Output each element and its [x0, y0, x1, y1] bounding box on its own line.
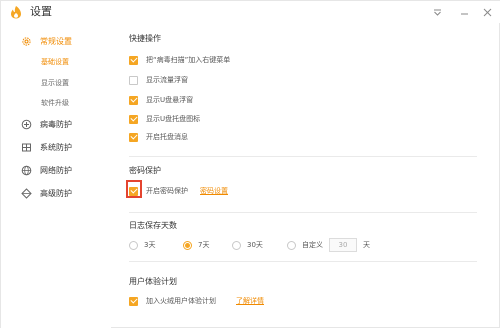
checkbox-usb-tray[interactable] [129, 114, 138, 124]
checkbox-row-usb-tray[interactable]: 显示U盘托盘图标 [129, 113, 200, 125]
section-title-log-days: 日志保存天数 [129, 221, 177, 230]
sidebar: 常规设置 基础设置 显示设置 软件升级 病毒防护 系统防护 网络防护 高级防护 [1, 23, 111, 328]
diamond-icon [21, 187, 32, 199]
checkbox-label: 加入火绒用户体验计划 [146, 297, 216, 305]
window-title: 设置 [30, 5, 52, 18]
sidebar-item-label: 高级防护 [40, 188, 72, 198]
checkbox-label: 开启托盘消息 [146, 133, 188, 141]
radio-dot[interactable] [287, 240, 296, 250]
settings-content: 快捷操作 把“病毒扫描”加入右键菜单 显示流量浮窗 显示U盘悬浮窗 显示U盘托盘… [111, 23, 500, 328]
radio-dot[interactable] [232, 240, 241, 250]
checkbox-user-experience[interactable] [129, 296, 138, 306]
checkbox-label: 显示U盘托盘图标 [146, 115, 201, 123]
learn-more-link[interactable]: 了解详情 [236, 296, 264, 306]
log-days-radio-group: 3天 7天 30天 自定义 30 天 [129, 238, 489, 252]
section-title-shortcuts: 快捷操作 [129, 34, 161, 43]
cross-box-icon [21, 142, 32, 153]
settings-window: 设置 常规设置 基础设置 显示设置 软件升级 病毒防护 系统防护 网络防护 高级… [0, 0, 500, 328]
globe-icon [21, 165, 32, 176]
password-settings-link[interactable]: 密码设置 [200, 186, 228, 196]
checkbox-row-context-menu[interactable]: 把“病毒扫描”加入右键菜单 [129, 54, 230, 66]
checkbox-tray-messages[interactable] [129, 132, 138, 142]
title-bar: 设置 [1, 1, 500, 23]
section-title-password: 密码保护 [129, 166, 161, 175]
checkbox-row-user-experience[interactable]: 加入火绒用户体验计划 了解详情 [129, 295, 264, 307]
checkbox-label: 把“病毒扫描”加入右键菜单 [146, 56, 231, 64]
days-unit-label: 天 [363, 241, 370, 249]
sidebar-item-system-protection[interactable]: 系统防护 [21, 139, 72, 155]
radio-custom-days[interactable]: 自定义 30 天 [287, 238, 370, 252]
sidebar-item-label: 系统防护 [40, 142, 72, 152]
plus-circle-icon [21, 119, 32, 130]
checkbox-usb-float[interactable] [129, 95, 138, 105]
radio-label: 7天 [198, 241, 210, 249]
custom-days-input[interactable]: 30 [329, 238, 357, 252]
checkbox-label: 显示流量浮窗 [146, 76, 188, 84]
checkbox-row-tray-messages[interactable]: 开启托盘消息 [129, 131, 188, 143]
radio-3-days[interactable]: 3天 [129, 238, 155, 252]
sidebar-subitem-upgrade[interactable]: 软件升级 [41, 96, 69, 110]
radio-dot[interactable] [183, 240, 192, 250]
section-divider [129, 156, 477, 157]
gear-icon [21, 36, 32, 47]
app-logo-icon [11, 6, 21, 19]
close-button[interactable] [475, 1, 499, 23]
minimize-button[interactable] [452, 1, 476, 23]
checkbox-row-password[interactable]: 开启密码保护 密码设置 [129, 185, 228, 197]
radio-label: 自定义 [302, 241, 323, 249]
sidebar-item-advanced-protection[interactable]: 高级防护 [21, 185, 72, 201]
checkbox-row-traffic-float[interactable]: 显示流量浮窗 [129, 74, 188, 86]
radio-7-days[interactable]: 7天 [183, 238, 209, 252]
checkbox-context-menu[interactable] [129, 55, 138, 65]
sidebar-item-general-settings[interactable]: 常规设置 [21, 33, 72, 49]
annotation-highlight-box [126, 180, 142, 198]
checkbox-row-usb-float[interactable]: 显示U盘悬浮窗 [129, 94, 193, 106]
sidebar-item-virus-protection[interactable]: 病毒防护 [21, 116, 72, 132]
checkbox-traffic-float[interactable] [129, 75, 138, 85]
sidebar-item-label: 常规设置 [40, 36, 72, 46]
section-divider [129, 261, 477, 262]
sidebar-subitem-basic[interactable]: 基础设置 [41, 55, 69, 69]
menu-dropdown-icon[interactable] [425, 1, 449, 23]
section-title-user-experience: 用户体验计划 [129, 277, 177, 286]
checkbox-label: 显示U盘悬浮窗 [146, 96, 194, 104]
radio-label: 30天 [247, 241, 263, 249]
sidebar-item-network-protection[interactable]: 网络防护 [21, 162, 72, 178]
sidebar-item-label: 病毒防护 [40, 119, 72, 129]
sidebar-item-label: 网络防护 [40, 165, 72, 175]
checkbox-label: 开启密码保护 [146, 187, 188, 195]
radio-dot[interactable] [129, 240, 138, 250]
radio-label: 3天 [144, 241, 156, 249]
sidebar-subitem-display[interactable]: 显示设置 [41, 76, 69, 90]
radio-30-days[interactable]: 30天 [232, 238, 263, 252]
section-divider [129, 212, 477, 213]
